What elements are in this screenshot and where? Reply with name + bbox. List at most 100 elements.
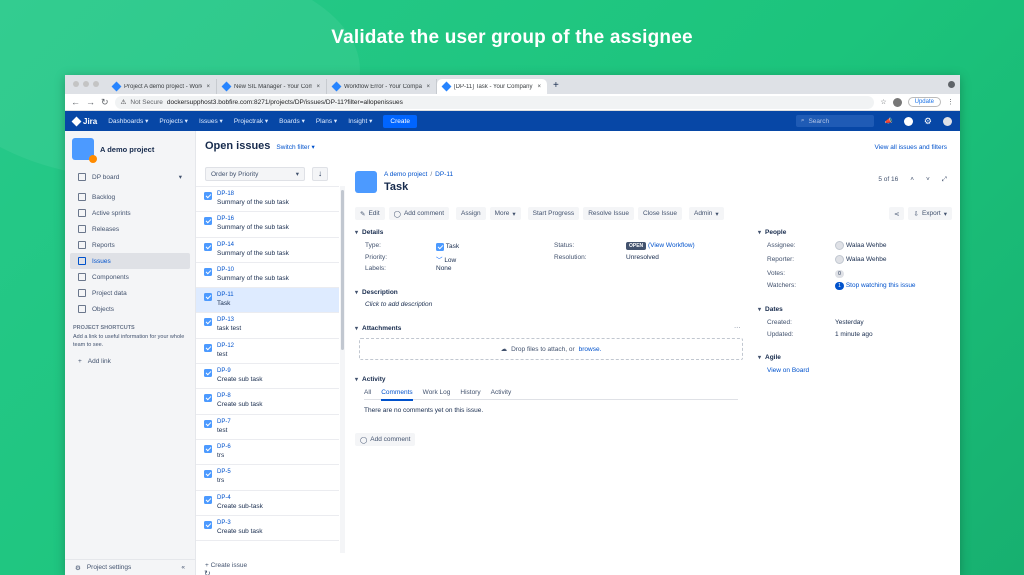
details-heading[interactable]: ▾ Details (355, 229, 383, 236)
view-on-board-link[interactable]: View on Board (767, 367, 809, 374)
list-item[interactable]: DP-9 Create sub task (196, 364, 339, 390)
browser-tab[interactable]: New SIL Manager - Your Comp × (217, 79, 327, 94)
search-input[interactable]: ⌕ Search (795, 115, 874, 127)
browser-tab[interactable]: Project A demo project - Work × (107, 79, 217, 94)
agile-heading[interactable]: ▾ Agile (758, 354, 781, 361)
collapse-icon[interactable]: « (181, 564, 185, 571)
list-item[interactable]: DP-12 test (196, 339, 339, 365)
chevron-down-icon[interactable]: ˅ (926, 176, 930, 184)
nav-projects[interactable]: Projects ▾ (159, 117, 188, 125)
order-by-select[interactable]: Order by Priority ▾ (205, 167, 305, 181)
create-button[interactable]: Create (383, 114, 417, 128)
list-item[interactable]: DP-6 trs (196, 440, 339, 466)
list-item[interactable]: DP-13 task test (196, 313, 339, 339)
edit-button[interactable]: ✎ Edit (355, 207, 385, 220)
sidebar-item-components[interactable]: Components (70, 269, 190, 285)
reporter-value[interactable]: Walaa Wehbe (835, 255, 886, 264)
kebab-menu-icon[interactable]: ⋮ (947, 98, 954, 106)
sidebar-item-reports[interactable]: Reports (70, 237, 190, 253)
settings-icon[interactable]: ⚙ (924, 116, 932, 127)
view-workflow-link[interactable]: (View Workflow) (648, 242, 695, 249)
description-field[interactable]: Click to add description (365, 301, 432, 308)
sidebar-item-project-data[interactable]: Project data (70, 285, 190, 301)
people-heading[interactable]: ▾ People (758, 229, 786, 236)
dates-heading[interactable]: ▾ Dates (758, 306, 783, 313)
new-tab-button[interactable]: + (547, 80, 565, 94)
window-controls[interactable] (65, 81, 107, 94)
star-icon[interactable]: ☆ (880, 98, 886, 106)
add-comment-bottom-button[interactable]: ◯ Add comment (355, 433, 416, 446)
sidebar-board-select[interactable]: DP board ▾ (70, 169, 190, 185)
list-item[interactable]: DP-8 Create sub task (196, 389, 339, 415)
votes-value[interactable]: 0 (835, 270, 844, 278)
stop-watching-link[interactable]: Stop watching this issue (846, 282, 916, 289)
list-item[interactable]: DP-18 Summary of the sub task (196, 187, 339, 213)
update-button[interactable]: Update (907, 97, 941, 107)
expand-icon[interactable]: ⤢ (942, 176, 947, 184)
nav-boards[interactable]: Boards ▾ (279, 117, 305, 125)
list-item[interactable]: DP-10 Summary of the sub task (196, 263, 339, 289)
refresh-icon[interactable]: ↻ (204, 569, 211, 575)
sidebar-item-active-sprints[interactable]: Active sprints (70, 205, 190, 221)
add-comment-button[interactable]: ◯ Add comment (388, 207, 450, 220)
reload-icon[interactable]: ↻ (101, 97, 109, 108)
tab-all[interactable]: All (364, 389, 371, 396)
view-all-issues-link[interactable]: View all issues and filters (875, 144, 948, 151)
admin-button[interactable]: Admin ▾ (688, 207, 724, 220)
project-settings-link[interactable]: ⚙ Project settings « (65, 559, 195, 575)
create-issue-link[interactable]: + Create issue (205, 562, 247, 569)
attachments-heading[interactable]: ▾ Attachments (355, 325, 401, 332)
jira-logo[interactable]: Jira (71, 116, 97, 126)
switch-filter-button[interactable]: Switch filter ▾ (276, 143, 314, 151)
start-progress-button[interactable]: Start Progress (527, 207, 580, 220)
project-header[interactable]: A demo project (65, 131, 195, 167)
nav-issues[interactable]: Issues ▾ (199, 117, 223, 125)
list-item[interactable]: DP-3 Create sub task (196, 516, 339, 542)
description-heading[interactable]: ▾ Description (355, 289, 398, 296)
sidebar-item-releases[interactable]: Releases (70, 221, 190, 237)
sidebar-item-objects[interactable]: Objects (70, 301, 190, 317)
tab-work-log[interactable]: Work Log (423, 389, 451, 396)
share-button[interactable]: ⋖ (889, 207, 905, 220)
activity-heading[interactable]: ▾ Activity (355, 376, 386, 383)
list-item[interactable]: DP-16 Summary of the sub task (196, 212, 339, 238)
help-icon[interactable] (903, 116, 913, 126)
list-item[interactable]: DP-5 trs (196, 465, 339, 491)
sidebar-item-issues[interactable]: Issues (70, 253, 190, 269)
close-issue-button[interactable]: Close Issue (638, 207, 682, 220)
assignee-value[interactable]: Walaa Wehbe (835, 241, 886, 250)
attachment-dropzone[interactable]: ☁ Drop files to attach, or browse. (359, 338, 743, 360)
list-item[interactable]: DP-4 Create sub-task (196, 491, 339, 516)
nav-projectrak[interactable]: Projectrak ▾ (234, 117, 268, 125)
back-icon[interactable]: ← (71, 97, 80, 107)
nav-plans[interactable]: Plans ▾ (316, 117, 337, 125)
forward-icon[interactable]: → (86, 97, 95, 107)
assign-button[interactable]: Assign (456, 207, 486, 220)
more-button[interactable]: More ▾ (489, 207, 521, 220)
browser-tab[interactable]: Workflow Error - Your Compan × (327, 79, 437, 94)
avatar[interactable] (943, 116, 952, 126)
add-link-button[interactable]: + Add link (70, 353, 190, 369)
browse-link[interactable]: browse. (579, 346, 602, 353)
nav-dashboards[interactable]: Dashboards ▾ (108, 117, 148, 125)
list-item[interactable]: DP-14 Summary of the sub task (196, 238, 339, 263)
tab-history[interactable]: History (460, 389, 480, 396)
sidebar-item-backlog[interactable]: Backlog (70, 189, 190, 205)
attachments-menu-icon[interactable]: ··· (734, 324, 741, 331)
list-item[interactable]: DP-7 test (196, 415, 339, 440)
window-menu-icon[interactable] (948, 81, 955, 88)
nav-insight[interactable]: Insight ▾ (348, 117, 372, 125)
browser-tab-active[interactable]: [DP-11] Task - Your Company J × (437, 79, 547, 94)
export-button[interactable]: ⇩ Export ▾ (908, 207, 952, 220)
notifications-icon[interactable]: 📣 (885, 117, 893, 125)
resolve-issue-button[interactable]: Resolve Issue (583, 207, 635, 220)
tab-activity[interactable]: Activity (491, 389, 512, 396)
profile-icon[interactable] (892, 97, 902, 107)
list-item[interactable]: DP-11 Task (196, 288, 339, 314)
chevron-up-icon[interactable]: ˄ (910, 176, 914, 184)
tab-comments[interactable]: Comments (381, 389, 413, 401)
url-field[interactable]: ⚠ Not Secure dockersupphost3.bobfire.com… (114, 95, 875, 109)
scrollbar[interactable] (340, 186, 345, 553)
sort-direction-button[interactable]: ↓ (312, 167, 328, 181)
watchers-value[interactable]: 1 Stop watching this issue (835, 282, 916, 290)
